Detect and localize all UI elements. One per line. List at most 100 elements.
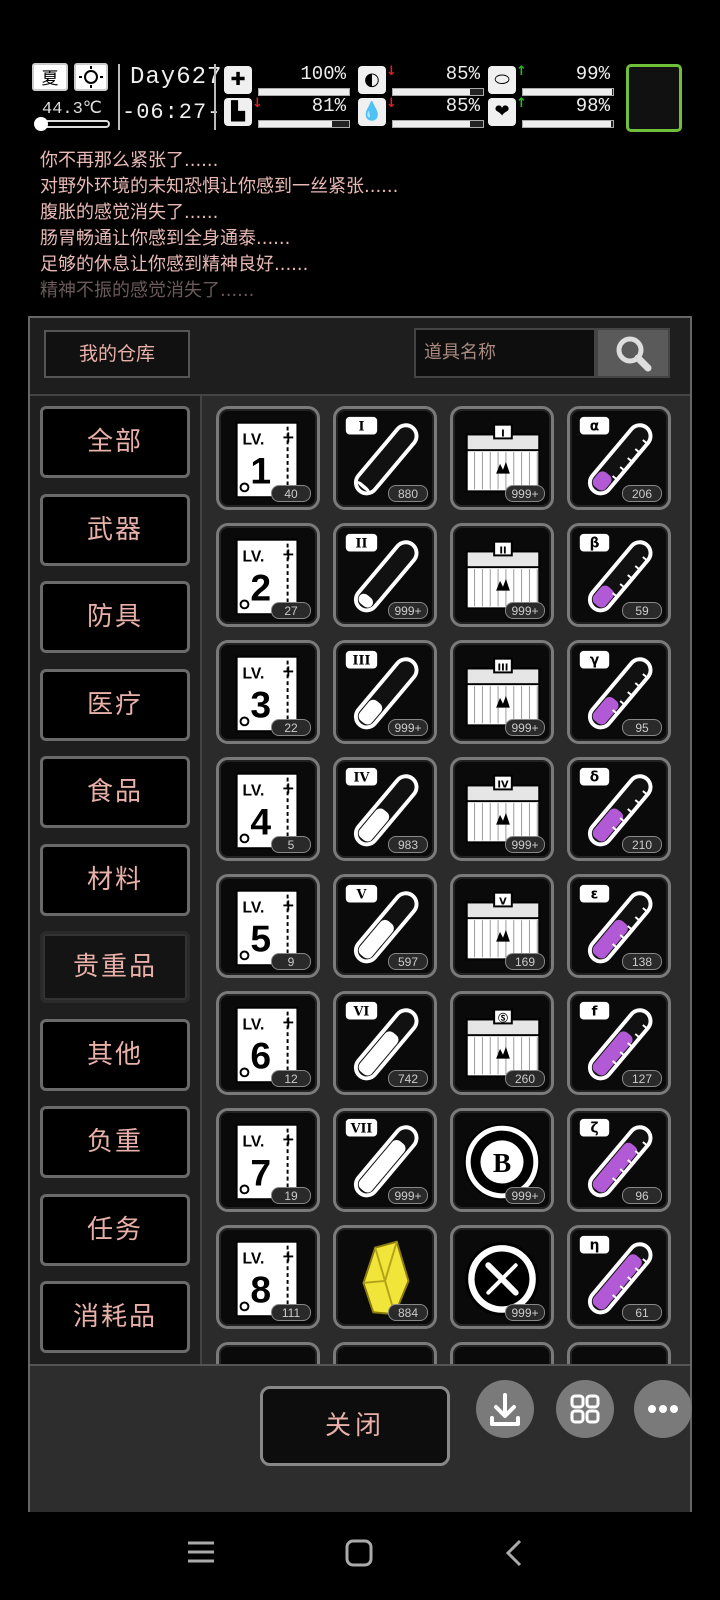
stat-stomach: ◐ ↓ 85%: [358, 63, 484, 96]
svg-text:II: II: [356, 537, 368, 552]
search-input[interactable]: 道具名称: [414, 328, 596, 378]
heart-icon: ❤: [488, 98, 516, 126]
grid-icon: [570, 1394, 600, 1424]
inventory-slot[interactable]: ζ 96: [567, 1108, 671, 1212]
inventory-slot[interactable]: LV. +4 5: [216, 757, 320, 861]
category-sidebar: 全部武器防具医疗食品材料贵重品其他负重任务消耗品: [30, 396, 202, 1366]
item-count: 999+: [388, 602, 428, 619]
stat-bar: [258, 120, 350, 128]
svg-text:ζ: ζ: [590, 1121, 598, 1137]
more-dots-icon: [648, 1405, 678, 1413]
category-tab[interactable]: 负重: [40, 1106, 190, 1178]
inventory-slot[interactable]: VI 742: [333, 991, 437, 1095]
category-tab[interactable]: 其他: [40, 1018, 190, 1091]
category-tab[interactable]: 任务: [40, 1193, 190, 1266]
inventory-slot[interactable]: II 999+: [333, 523, 437, 627]
item-count: 206: [622, 485, 662, 502]
item-count: 210: [622, 836, 662, 853]
inventory-slot[interactable]: [216, 1342, 320, 1364]
warehouse-title: 我的仓库: [44, 330, 190, 378]
inventory-slot[interactable]: 884: [333, 1225, 437, 1329]
inventory-slot[interactable]: 999+: [450, 1225, 554, 1329]
inventory-slot[interactable]: II 999+: [450, 523, 554, 627]
inventory-slot[interactable]: V 169: [450, 874, 554, 978]
item-count: 9: [271, 953, 311, 970]
category-tab[interactable]: 食品: [40, 756, 190, 828]
category-tab[interactable]: 全部: [40, 406, 190, 478]
stomach-icon: ◐: [358, 66, 386, 94]
inventory-slot[interactable]: ε 138: [567, 874, 671, 978]
inventory-slot[interactable]: I 880: [333, 406, 437, 510]
inventory-slot[interactable]: α 206: [567, 406, 671, 510]
stat-percent: 99%: [575, 63, 610, 85]
inventory-slot[interactable]: B 999+: [450, 1108, 554, 1212]
inventory-slot[interactable]: LV. +2 27: [216, 523, 320, 627]
stat-percent: 98%: [575, 95, 610, 117]
item-level-label: 4: [250, 800, 271, 842]
category-tab[interactable]: 材料: [40, 843, 190, 916]
medkit-icon: ✚: [224, 66, 252, 94]
inventory-slot[interactable]: Ⓢ 260: [450, 991, 554, 1095]
item-grid: LV. +1 40 I 880 I 999+ α 206 LV. +2 27 II 999+ II 999+ β…: [206, 396, 690, 1364]
recent-apps-icon[interactable]: [186, 1538, 216, 1566]
stat-percent: 81%: [311, 95, 346, 117]
home-icon[interactable]: [344, 1538, 374, 1568]
inventory-slot[interactable]: [450, 1342, 554, 1364]
svg-text:β: β: [590, 536, 600, 552]
minimap-button[interactable]: [626, 64, 682, 132]
svg-text:LV.: LV.: [243, 665, 265, 682]
item-count: 999+: [388, 1187, 428, 1204]
water-drop-icon: 💧: [358, 98, 386, 126]
log-line: 肠胃畅通让你感到全身通泰......: [40, 228, 291, 249]
svg-text:III: III: [353, 654, 371, 669]
item-count: 127: [622, 1070, 662, 1087]
svg-text:V: V: [356, 888, 368, 903]
inventory-slot[interactable]: β 59: [567, 523, 671, 627]
thermometer-icon: [34, 117, 110, 131]
item-count: 96: [622, 1187, 662, 1204]
trend-arrow: ↑: [516, 64, 527, 79]
category-tab[interactable]: 贵重品: [40, 931, 190, 1003]
inventory-slot[interactable]: VII 999+: [333, 1108, 437, 1212]
item-count: 19: [271, 1187, 311, 1204]
svg-text:+: +: [282, 1246, 295, 1265]
inventory-slot[interactable]: LV. +8 111: [216, 1225, 320, 1329]
inventory-slot[interactable]: LV. +5 9: [216, 874, 320, 978]
inventory-slot[interactable]: δ 210: [567, 757, 671, 861]
inventory-slot[interactable]: γ 95: [567, 640, 671, 744]
svg-text:+: +: [282, 1129, 295, 1148]
inventory-slot[interactable]: [567, 1342, 671, 1364]
item-count: 999+: [505, 1304, 545, 1321]
inventory-slot[interactable]: III 999+: [333, 640, 437, 744]
category-tab[interactable]: 消耗品: [40, 1281, 190, 1353]
category-tab[interactable]: 医疗: [40, 668, 190, 741]
trend-arrow: ↓: [252, 96, 263, 111]
inventory-slot[interactable]: LV. +6 12: [216, 991, 320, 1095]
inventory-slot[interactable]: LV. +7 19: [216, 1108, 320, 1212]
bladder-icon: ⬭: [488, 66, 516, 94]
inventory-slot[interactable]: LV. +1 40: [216, 406, 320, 510]
inventory-slot[interactable]: I 999+: [450, 406, 554, 510]
stat-medkit: ✚ 100%: [224, 63, 350, 96]
stat-bladder: ⬭ ↑ 99%: [488, 63, 614, 96]
stat-heart: ❤ ↑ 98%: [488, 95, 614, 128]
download-button[interactable]: [476, 1380, 534, 1438]
category-tab[interactable]: 武器: [40, 493, 190, 566]
inventory-slot[interactable]: IV 983: [333, 757, 437, 861]
more-button[interactable]: [634, 1380, 692, 1438]
search-button[interactable]: [596, 328, 670, 378]
inventory-slot[interactable]: [333, 1342, 437, 1364]
close-button[interactable]: 关闭: [260, 1386, 450, 1466]
apps-grid-button[interactable]: [556, 1380, 614, 1438]
back-icon[interactable]: [502, 1538, 526, 1568]
inventory-slot[interactable]: III 999+: [450, 640, 554, 744]
day-counter: Day627: [130, 64, 223, 91]
inventory-slot[interactable]: IV 999+: [450, 757, 554, 861]
inventory-slot[interactable]: f 127: [567, 991, 671, 1095]
svg-text:ε: ε: [591, 887, 599, 903]
inventory-slot[interactable]: η 61: [567, 1225, 671, 1329]
category-tab[interactable]: 防具: [40, 581, 190, 653]
season-badge: 夏: [32, 63, 68, 91]
inventory-slot[interactable]: LV. +3 22: [216, 640, 320, 744]
inventory-slot[interactable]: V 597: [333, 874, 437, 978]
